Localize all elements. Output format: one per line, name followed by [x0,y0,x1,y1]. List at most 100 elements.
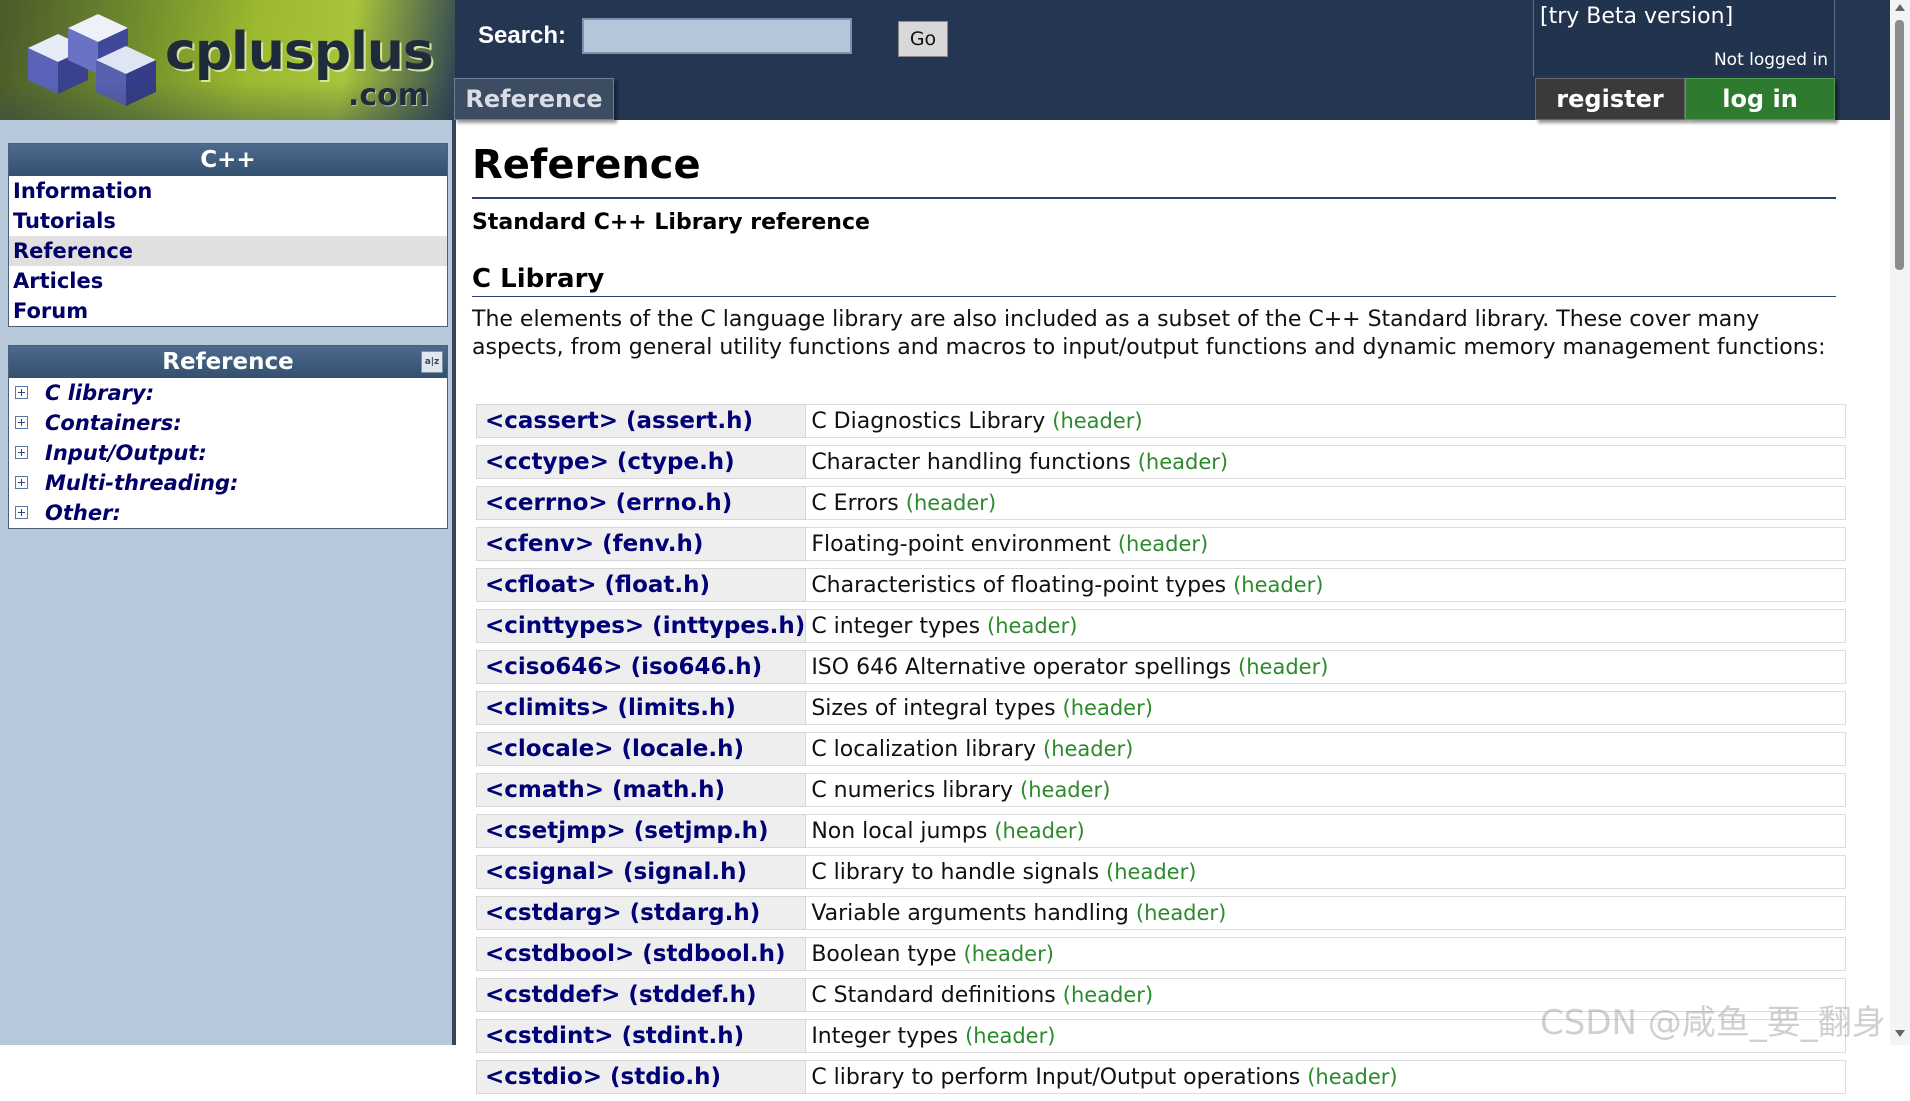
library-header-link[interactable]: <cfenv> (fenv.h) [476,527,807,561]
table-row: <cfenv> (fenv.h) Floating-point environme… [476,527,1846,561]
tree-item[interactable]: C library: [9,378,447,408]
header-tag: (header) [1137,449,1229,474]
tree-item[interactable]: Other: [9,498,447,528]
sidebar-item-tutorials[interactable]: Tutorials [9,206,447,236]
sidebar-item-information[interactable]: Information [9,176,447,206]
library-header-link[interactable]: <cstdarg> (stdarg.h) [476,896,807,930]
library-description-cell: Floating-point environment (header) [806,527,1846,561]
table-row: <cerrno> (errno.h) C Errors (header) [476,486,1846,520]
section-divider [472,296,1836,297]
header-tag: (header) [1233,572,1324,597]
section-title: C Library [472,264,605,294]
table-row: <clocale> (locale.h) C localization libra… [476,732,1846,766]
tree-item-label: Containers: [45,411,182,435]
header-tag: (header) [1106,859,1197,884]
header-tag: (header) [1062,695,1153,720]
library-description-cell: ISO 646 Alternative operator spellings (… [806,650,1846,684]
table-row: <cfloat> (float.h) Characteristics of flo… [476,568,1846,602]
main-content: Reference Standard C++ Library reference… [470,120,1850,1094]
tree-item[interactable]: Input/Output: [9,438,447,468]
beta-version-link[interactable]: [try Beta version] [1540,4,1733,29]
library-description: Sizes of integral types [811,695,1056,721]
table-row: <csetjmp> (setjmp.h) Non local jumps (hea… [476,814,1846,848]
header-tag: (header) [1307,1064,1398,1089]
library-description-cell: C library to perform Input/Output operat… [806,1060,1846,1094]
library-header-link[interactable]: <ciso646> (iso646.h) [476,650,807,684]
library-description-cell: C numerics library (header) [806,773,1846,807]
search-input[interactable] [582,18,852,54]
go-button[interactable]: Go [898,21,948,57]
header-tag: (header) [994,818,1085,843]
library-description-cell: Boolean type (header) [806,937,1846,971]
table-row: <cstdbool> (stdbool.h) Boolean type (head… [476,937,1846,971]
reference-menu-title-text: Reference [162,349,294,375]
library-description: ISO 646 Alternative operator spellings [811,654,1232,680]
library-header-link[interactable]: <cinttypes> (inttypes.h) [476,609,807,643]
reference-tree: C library: Containers: Input/Output: Multi-… [9,378,447,528]
library-header-link[interactable]: <cassert> (assert.h) [476,404,807,438]
library-header-link[interactable]: <csetjmp> (setjmp.h) [476,814,807,848]
register-button[interactable]: register [1535,78,1685,120]
library-header-link[interactable]: <clocale> (locale.h) [476,732,807,766]
library-header-link[interactable]: <cfloat> (float.h) [476,568,807,602]
header-tag: (header) [1238,654,1329,679]
library-header-link[interactable]: <climits> (limits.h) [476,691,807,725]
library-description: Floating-point environment [811,531,1111,557]
library-description: Non local jumps [811,818,988,844]
site-header: cplusplus .com Search: Go [try Beta vers… [0,0,1890,120]
reference-menu-box: Reference a|z C library: Containers: Input… [8,345,448,529]
library-description-cell: C Diagnostics Library (header) [806,404,1846,438]
expand-plus-icon[interactable] [15,476,28,489]
library-description: C integer types [811,613,981,639]
library-header-link[interactable]: <cerrno> (errno.h) [476,486,807,520]
library-description: C library to perform Input/Output operat… [811,1064,1301,1090]
tab-reference[interactable]: Reference [454,78,614,120]
library-header-link[interactable]: <cmath> (math.h) [476,773,807,807]
library-header-link[interactable]: <cstddef> (stddef.h) [476,978,807,1012]
sidebar-item-articles[interactable]: Articles [9,266,447,296]
vertical-scrollbar[interactable] [1890,0,1910,1045]
library-description: Boolean type [811,941,957,967]
library-description-cell: C library to handle signals (header) [806,855,1846,889]
expand-plus-icon[interactable] [15,386,28,399]
title-divider [472,197,1836,199]
library-header-link[interactable]: <cstdbool> (stdbool.h) [476,937,807,971]
cpp-menu-title: C++ [9,144,447,176]
reference-menu-title: Reference a|z [9,346,447,378]
library-description-cell: Sizes of integral types (header) [806,691,1846,725]
scroll-thumb[interactable] [1895,20,1904,270]
library-header-link[interactable]: <cstdint> (stdint.h) [476,1019,807,1053]
expand-plus-icon[interactable] [15,416,28,429]
page-title: Reference [472,142,701,188]
tree-item[interactable]: Containers: [9,408,447,438]
expand-plus-icon[interactable] [15,446,28,459]
login-status: Not logged in [1713,50,1828,70]
header-tag: (header) [965,1023,1056,1048]
library-description: C numerics library [811,777,1014,803]
tree-item-label: Other: [45,501,121,525]
library-header-link[interactable]: <cctype> (ctype.h) [476,445,807,479]
header-tag: (header) [1043,736,1134,761]
library-header-link[interactable]: <csignal> (signal.h) [476,855,807,889]
header-tag: (header) [1020,777,1111,802]
table-row: <cinttypes> (inttypes.h) C integer types … [476,609,1846,643]
scroll-down-icon[interactable] [1895,1030,1905,1037]
sort-az-icon[interactable]: a|z [421,351,443,373]
sidebar-item-forum[interactable]: Forum [9,296,447,326]
library-description: C Errors [811,490,899,516]
tree-item[interactable]: Multi-threading: [9,468,447,498]
library-description: Variable arguments handling [811,900,1129,926]
library-description-cell: C Errors (header) [806,486,1846,520]
login-button[interactable]: log in [1685,78,1835,120]
library-description-cell: Non local jumps (header) [806,814,1846,848]
sidebar-item-reference[interactable]: Reference [9,236,447,266]
watermark: CSDN @咸鱼_要_翻身 [1540,1003,1886,1043]
table-row: <csignal> (signal.h) C library to handle … [476,855,1846,889]
library-description: C localization library [811,736,1036,762]
expand-plus-icon[interactable] [15,506,28,519]
library-header-link[interactable]: <cstdio> (stdio.h) [476,1060,807,1094]
scroll-up-icon[interactable] [1895,4,1905,11]
header-tag: (header) [905,490,997,515]
account-box: [try Beta version] Not logged in [1533,0,1835,76]
sidebar: C++ Information Tutorials Reference Article… [0,120,456,1045]
